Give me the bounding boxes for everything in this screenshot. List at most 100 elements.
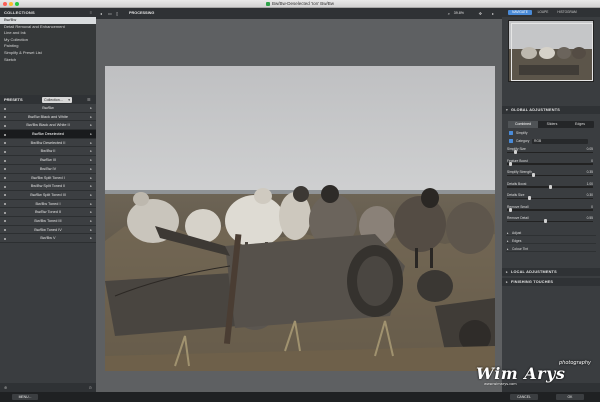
navigator-viewport-box[interactable]: [511, 23, 593, 81]
local-adjustments-header[interactable]: ▸ LOCAL ADJUSTMENTS: [502, 268, 600, 276]
zoom-icon[interactable]: ⌕: [448, 11, 450, 16]
preset-item[interactable]: Bw/Bw III ▸: [0, 156, 96, 165]
collections-menu-icon[interactable]: ≡: [89, 10, 93, 15]
preset-item[interactable]: Bw/Bw Black and White ▸: [0, 112, 96, 122]
slider-value[interactable]: 0.55: [587, 216, 593, 220]
import-icon[interactable]: ⊙: [89, 385, 92, 390]
slider-thumb[interactable]: [527, 196, 531, 200]
preset-menu-icon[interactable]: ▸: [90, 113, 92, 122]
preset-item[interactable]: Bw/Bw II ▸: [0, 147, 96, 157]
right-panel: NAVIGATE LOUPE HISTOGRAM ▾ GLOBAL ADJUST…: [502, 8, 600, 392]
slider-track[interactable]: [507, 150, 593, 154]
slider-thumb[interactable]: [508, 161, 512, 166]
presets-collection-dropdown[interactable]: Collection... ▾: [42, 96, 72, 103]
slider-thumb[interactable]: [548, 184, 552, 189]
collection-item[interactable]: Bw/Bw: [0, 17, 96, 24]
slider-thumb[interactable]: [544, 219, 548, 223]
collapse-right-icon[interactable]: ▸: [492, 11, 494, 16]
preview-photo[interactable]: [105, 66, 495, 371]
expand-triangle-icon: ▸: [507, 247, 509, 251]
preset-item[interactable]: Bw/Bw V ▸: [0, 234, 96, 243]
preset-bullet-icon: [4, 133, 6, 136]
subsection-row[interactable]: ▸ Adjust: [506, 230, 596, 236]
slider-track[interactable]: [507, 207, 593, 212]
slider-track[interactable]: [507, 173, 593, 177]
subsection-row[interactable]: ▸ Colour Tint: [506, 246, 596, 252]
collection-item[interactable]: Painting: [0, 43, 96, 50]
tab-loupe[interactable]: LOUPE: [534, 10, 552, 15]
slider-value[interactable]: 0.30: [587, 193, 593, 197]
ok-button[interactable]: OK: [556, 394, 584, 400]
bottom-bar: MENU... CANCEL OK: [0, 392, 600, 402]
preset-bullet-icon: [4, 159, 6, 162]
preset-item[interactable]: Bw/Bw Toned II ▸: [0, 208, 96, 217]
slider-thumb[interactable]: [508, 207, 512, 212]
slider-thumb[interactable]: [513, 150, 517, 154]
collection-item[interactable]: My Collection: [0, 37, 96, 44]
preset-item[interactable]: Bw/Bw Black and White II ▸: [0, 121, 96, 131]
cancel-button[interactable]: CANCEL: [510, 394, 538, 400]
preset-item[interactable]: Bw/Bw Toned III ▸: [0, 216, 96, 226]
slider-track[interactable]: [507, 196, 593, 200]
preset-item[interactable]: Bw/Bw Split Toned II ▸: [0, 182, 96, 191]
preset-menu-icon[interactable]: ▸: [90, 147, 92, 156]
hand-tool-icon[interactable]: ✥: [479, 11, 482, 16]
preset-item[interactable]: Bw/Bw IV ▸: [0, 164, 96, 174]
slider-value[interactable]: 0.05: [587, 147, 593, 151]
tab-navigate[interactable]: NAVIGATE: [508, 10, 532, 15]
preset-menu-icon[interactable]: ▸: [90, 104, 92, 113]
preset-menu-icon[interactable]: ▸: [90, 182, 92, 191]
slider-track[interactable]: [507, 161, 593, 166]
tab-edges[interactable]: Edges: [566, 121, 594, 128]
view-split-icon[interactable]: ▯: [116, 11, 118, 16]
category-checkbox[interactable]: [509, 139, 513, 143]
global-adjustments-header[interactable]: ▾ GLOBAL ADJUSTMENTS: [502, 106, 600, 114]
preset-menu-icon[interactable]: ▸: [90, 130, 92, 139]
preset-menu-icon[interactable]: ▸: [90, 139, 92, 148]
preset-item[interactable]: Bw/Bw Toned IV ▸: [0, 225, 96, 235]
preset-item[interactable]: Bw/Bw ▸: [0, 104, 96, 113]
navigator-thumbnail[interactable]: [508, 20, 594, 82]
preset-item[interactable]: Bw/Bw Split Toned III ▸: [0, 190, 96, 200]
slider-value[interactable]: 0.35: [587, 170, 593, 174]
preset-menu-icon[interactable]: ▸: [90, 217, 92, 226]
category-dropdown[interactable]: RGB: [532, 139, 588, 144]
view-single-icon[interactable]: ▭: [108, 11, 112, 16]
preset-label: Bw/Bw Black and White II: [26, 123, 70, 128]
preset-menu-icon[interactable]: ▸: [90, 200, 92, 209]
preset-item[interactable]: Bw/Bw Deselected II ▸: [0, 138, 96, 148]
presets-options-icon[interactable]: ☰: [87, 97, 92, 102]
zoom-level[interactable]: 39.8%: [454, 11, 464, 16]
preset-menu-icon[interactable]: ▸: [90, 191, 92, 200]
preset-menu-icon[interactable]: ▸: [90, 156, 92, 165]
subsection-row[interactable]: ▸ Edges: [506, 238, 596, 244]
simplify-checkbox[interactable]: [509, 131, 513, 135]
preset-item[interactable]: Bw/Bw Deselected ▸: [0, 130, 96, 139]
collapse-left-icon[interactable]: ◂: [100, 11, 102, 16]
preset-menu-icon[interactable]: ▸: [90, 165, 92, 174]
slider-value[interactable]: 0: [591, 159, 593, 163]
collection-item[interactable]: Detail Removal and Enhancement: [0, 24, 96, 31]
preset-item[interactable]: Bw/Bw Toned I ▸: [0, 199, 96, 209]
collection-item[interactable]: Simplify & Preset List: [0, 50, 96, 57]
preset-menu-icon[interactable]: ▸: [90, 174, 92, 183]
slider-value[interactable]: 1.00: [587, 182, 593, 186]
slider-track[interactable]: [507, 219, 593, 223]
slider-thumb[interactable]: [531, 173, 535, 177]
tab-combined[interactable]: Combined: [508, 121, 538, 128]
image-view-area[interactable]: [96, 19, 502, 392]
collection-item[interactable]: Line and Ink: [0, 30, 96, 37]
preset-menu-icon[interactable]: ▸: [90, 208, 92, 217]
slider-track[interactable]: [507, 184, 593, 189]
slider-value[interactable]: 0: [591, 205, 593, 209]
preset-item[interactable]: Bw/Bw Split Toned I ▸: [0, 173, 96, 183]
preset-menu-icon[interactable]: ▸: [90, 121, 92, 130]
menu-button[interactable]: MENU...: [12, 394, 38, 400]
preset-menu-icon[interactable]: ▸: [90, 226, 92, 235]
preset-menu-icon[interactable]: ▸: [90, 234, 92, 243]
tab-histogram[interactable]: HISTOGRAM: [554, 10, 580, 15]
add-icon[interactable]: ⊕: [4, 385, 7, 390]
finishing-touches-header[interactable]: ▸ FINISHING TOUCHES: [502, 278, 600, 286]
collection-item[interactable]: Sketch: [0, 57, 96, 64]
tab-sliders[interactable]: Sliders: [538, 121, 566, 128]
